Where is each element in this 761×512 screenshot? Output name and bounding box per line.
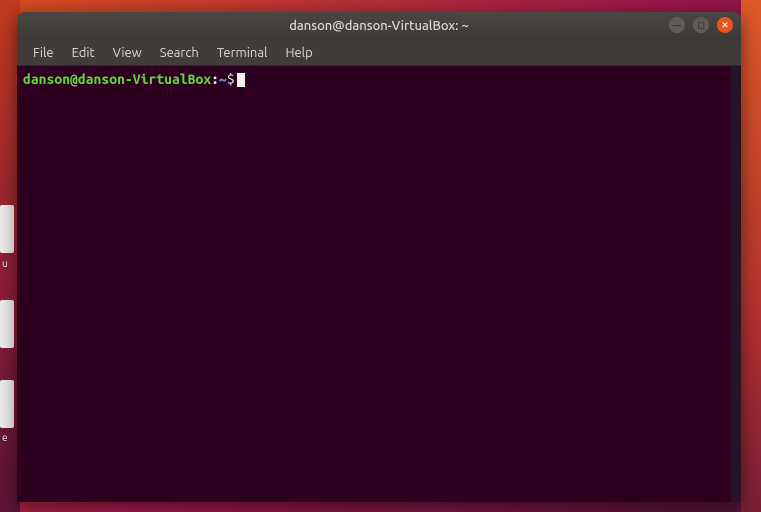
desktop-icon-partial[interactable] — [0, 380, 14, 428]
terminal-body[interactable]: danson@danson-VirtualBox:~$ — [17, 66, 741, 502]
maximize-icon: ◻ — [697, 20, 704, 31]
desktop-icon-label: e — [2, 432, 8, 443]
prompt-user-host: danson@danson-VirtualBox — [23, 71, 211, 87]
desktop-icon-partial[interactable] — [0, 300, 14, 348]
prompt-symbol: $ — [227, 71, 235, 87]
close-button[interactable]: ✕ — [717, 17, 733, 33]
window-titlebar[interactable]: danson@danson-VirtualBox: ~ — ◻ ✕ — [17, 12, 741, 40]
window-controls: — ◻ ✕ — [669, 17, 733, 33]
window-title: danson@danson-VirtualBox: ~ — [289, 19, 469, 33]
menu-view[interactable]: View — [105, 43, 150, 63]
terminal-scrollbar[interactable] — [731, 66, 741, 502]
menu-file[interactable]: File — [25, 43, 62, 63]
maximize-button[interactable]: ◻ — [693, 17, 709, 33]
desktop-icon-partial[interactable] — [0, 205, 14, 253]
cursor-icon — [237, 73, 245, 87]
minimize-button[interactable]: — — [669, 17, 685, 33]
menu-search[interactable]: Search — [152, 43, 207, 63]
menu-bar: File Edit View Search Terminal Help — [17, 40, 741, 66]
terminal-window: danson@danson-VirtualBox: ~ — ◻ ✕ File E… — [17, 12, 741, 502]
menu-edit[interactable]: Edit — [64, 43, 103, 63]
desktop-right-strip — [741, 0, 761, 512]
menu-terminal[interactable]: Terminal — [209, 43, 276, 63]
prompt-path: ~ — [219, 71, 227, 87]
close-icon: ✕ — [721, 20, 729, 31]
menu-help[interactable]: Help — [277, 43, 320, 63]
desktop-icon-label: u — [2, 258, 8, 269]
prompt-separator: : — [211, 71, 219, 87]
minimize-icon: — — [673, 20, 682, 30]
